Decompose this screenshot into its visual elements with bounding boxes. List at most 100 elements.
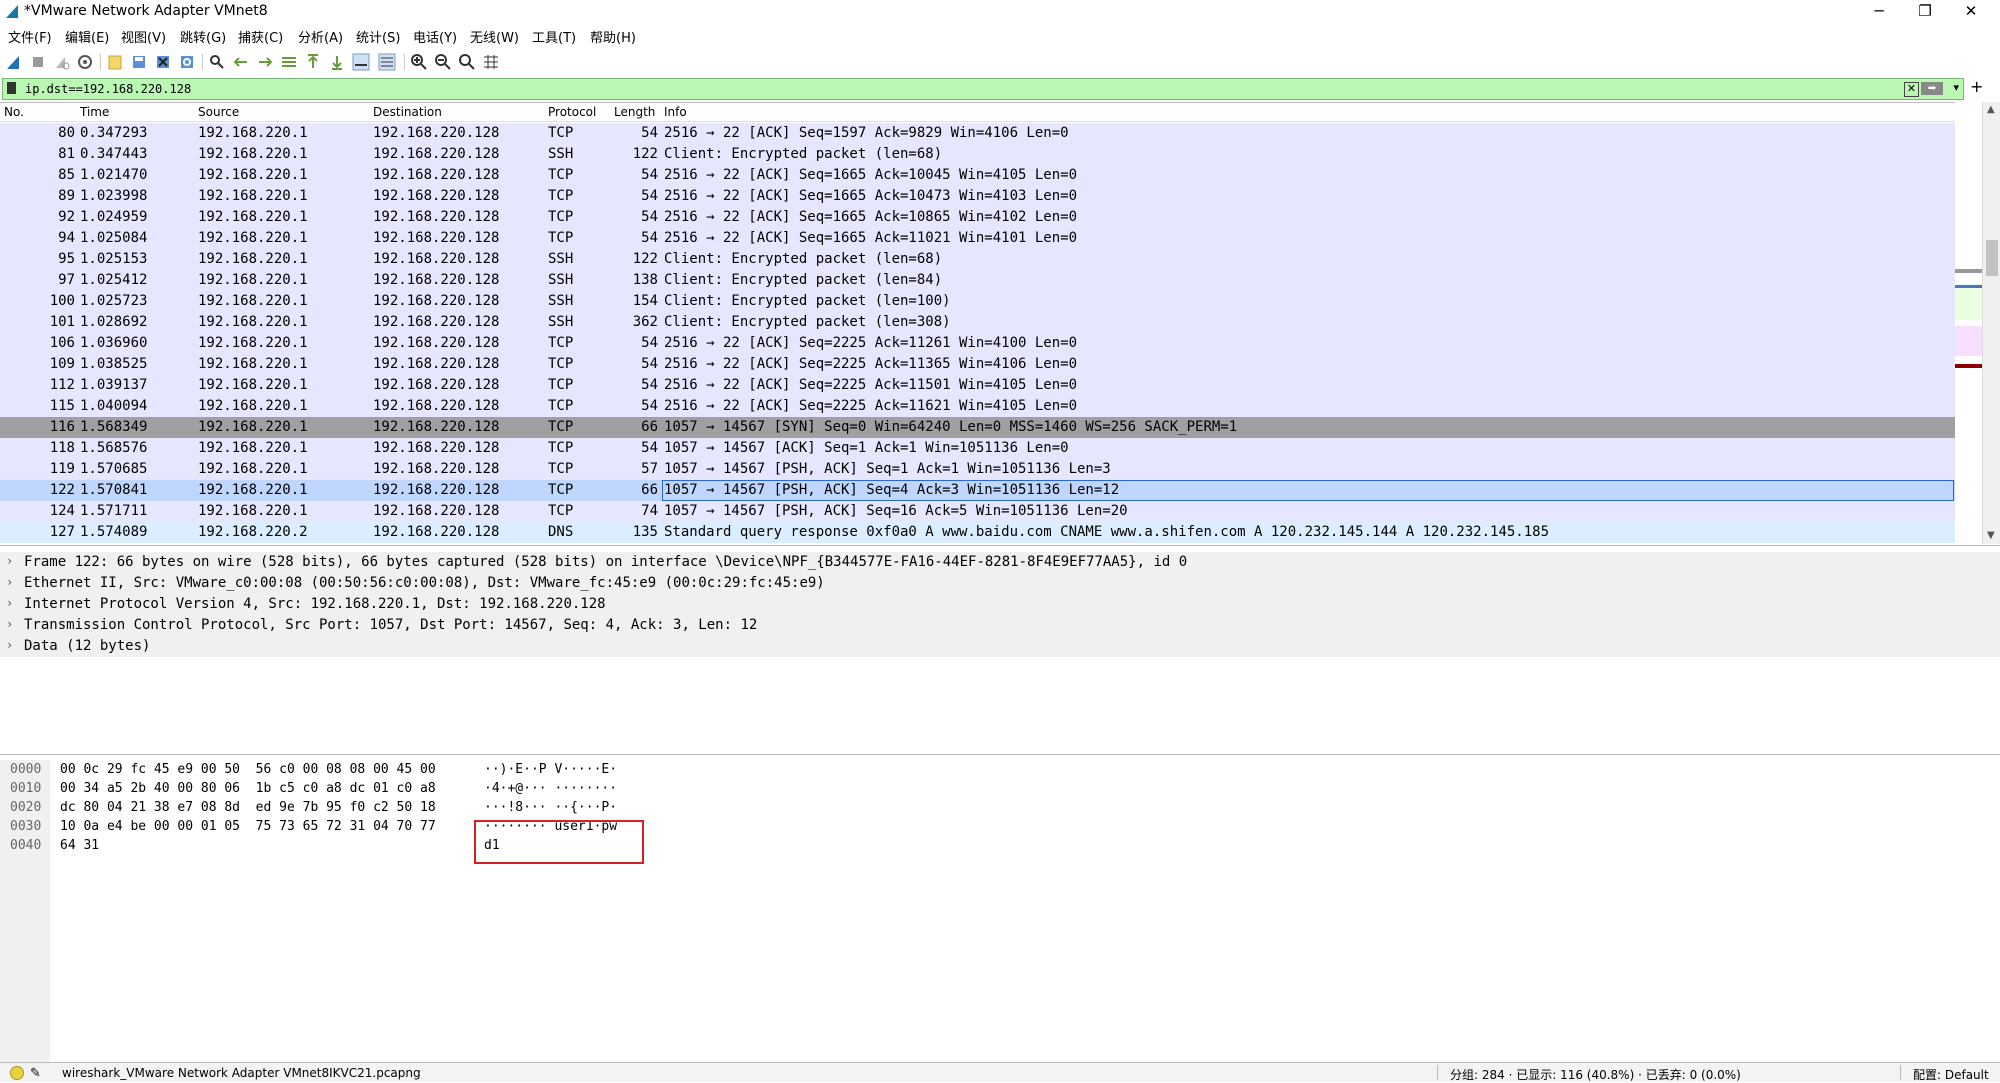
scroll-down-arrow-icon[interactable]: ▼	[1987, 530, 1995, 541]
column-header-time[interactable]: Time	[80, 105, 109, 119]
packet-row-selected[interactable]: 122 1.570841 192.168.220.1 192.168.220.128 T…	[0, 480, 1955, 501]
find-packet-icon[interactable]	[208, 53, 226, 71]
packet-row[interactable]: 127 1.574089 192.168.220.2 192.168.220.128 D…	[0, 522, 1955, 543]
packet-minimap[interactable]	[1955, 102, 1982, 544]
column-header-length[interactable]: Length	[614, 105, 655, 119]
column-header-info[interactable]: Info	[664, 105, 687, 119]
packet-length: 122	[632, 146, 658, 162]
reload-file-icon[interactable]	[178, 53, 196, 71]
column-header-protocol[interactable]: Protocol	[548, 105, 596, 119]
packet-row[interactable]: 119 1.570685 192.168.220.1 192.168.220.128 T…	[0, 459, 1955, 480]
menu-statistics[interactable]: 统计(S)	[356, 27, 400, 46]
restart-icon[interactable]	[53, 53, 71, 71]
bytes-hex[interactable]: 64 31	[60, 838, 99, 857]
capture-options-gear-icon[interactable]	[76, 53, 94, 71]
detail-ipv4[interactable]: › Internet Protocol Version 4, Src: 192.…	[0, 594, 2000, 615]
bytes-ascii[interactable]: ···!8··· ··{···P·	[484, 800, 617, 819]
add-filter-button[interactable]: +	[1970, 77, 1983, 96]
auto-scroll-icon[interactable]	[352, 53, 370, 71]
packet-row[interactable]: 101 1.028692 192.168.220.1 192.168.220.128 S…	[0, 312, 1955, 333]
go-forward-arrow-icon[interactable]	[256, 53, 274, 71]
packet-row[interactable]: 124 1.571711 192.168.220.1 192.168.220.128 T…	[0, 501, 1955, 522]
normal-size-icon[interactable]	[458, 53, 476, 71]
shark-fin-start-icon[interactable]	[5, 53, 23, 71]
expert-info-status-icon[interactable]	[10, 1066, 24, 1080]
menu-telephony[interactable]: 电话(Y)	[413, 27, 457, 46]
packet-info: 2516 → 22 [ACK] Seq=2225 Ack=11501 Win=4…	[664, 377, 1078, 393]
close-file-icon[interactable]	[154, 53, 172, 71]
menu-wireless[interactable]: 无线(W)	[470, 27, 519, 46]
menu-analyze[interactable]: 分析(A)	[298, 27, 343, 46]
close-button[interactable]: ✕	[1948, 0, 1994, 22]
go-back-arrow-icon[interactable]	[232, 53, 250, 71]
expand-arrow-icon[interactable]: ›	[6, 617, 13, 631]
packet-row[interactable]: 92 1.024959 192.168.220.1 192.168.220.128 TC…	[0, 207, 1955, 228]
packet-row[interactable]: 100 1.025723 192.168.220.1 192.168.220.128 S…	[0, 291, 1955, 312]
restore-button[interactable]: ❐	[1902, 0, 1948, 22]
menu-file[interactable]: 文件(F)	[8, 27, 52, 46]
bytes-ascii[interactable]: ·4·+@··· ········	[484, 781, 617, 800]
packet-info: 1057 → 14567 [SYN] Seq=0 Win=64240 Len=0…	[664, 419, 1238, 435]
packet-row[interactable]: 109 1.038525 192.168.220.1 192.168.220.128 T…	[0, 354, 1955, 375]
detail-tcp[interactable]: › Transmission Control Protocol, Src Por…	[0, 615, 2000, 636]
zoom-out-icon[interactable]	[434, 53, 452, 71]
zoom-in-icon[interactable]	[410, 53, 428, 71]
packet-row[interactable]: 94 1.025084 192.168.220.1 192.168.220.128 TC…	[0, 228, 1955, 249]
menu-help[interactable]: 帮助(H)	[590, 27, 636, 46]
bytes-hex[interactable]: dc 80 04 21 38 e7 08 8d ed 9e 7b 95 f0 c…	[60, 800, 436, 819]
packet-row[interactable]: 106 1.036960 192.168.220.1 192.168.220.128 T…	[0, 333, 1955, 354]
packet-list-scrollbar[interactable]: ▲ ▼	[1982, 102, 2000, 544]
resize-columns-icon[interactable]	[482, 53, 500, 71]
scrollbar-thumb[interactable]	[1986, 240, 1998, 276]
packet-protocol: TCP	[548, 125, 574, 141]
packet-row[interactable]: 97 1.025412 192.168.220.1 192.168.220.128 SS…	[0, 270, 1955, 291]
detail-data[interactable]: › Data (12 bytes)	[0, 636, 2000, 657]
column-header-no[interactable]: No.	[4, 105, 24, 119]
bytes-hex[interactable]: 00 0c 29 fc 45 e9 00 50 56 c0 00 08 08 0…	[60, 762, 436, 781]
expand-arrow-icon[interactable]: ›	[6, 554, 13, 568]
packet-row[interactable]: 95 1.025153 192.168.220.1 192.168.220.128 SS…	[0, 249, 1955, 270]
expand-arrow-icon[interactable]: ›	[6, 575, 13, 589]
menu-view[interactable]: 视图(V)	[121, 27, 166, 46]
menu-capture[interactable]: 捕获(C)	[238, 27, 283, 46]
packet-length: 66	[641, 419, 658, 435]
column-header-source[interactable]: Source	[198, 105, 239, 119]
packet-row[interactable]: 115 1.040094 192.168.220.1 192.168.220.128 T…	[0, 396, 1955, 417]
status-profile[interactable]: 配置: Default	[1913, 1066, 1989, 1083]
menu-edit[interactable]: 编辑(E)	[65, 27, 109, 46]
packet-row[interactable]: 116 1.568349 192.168.220.1 192.168.220.128 T…	[0, 417, 1955, 438]
packet-length: 54	[641, 398, 658, 414]
minimize-button[interactable]: ─	[1856, 0, 1902, 22]
bookmark-icon[interactable]	[7, 82, 16, 94]
detail-ethernet[interactable]: › Ethernet II, Src: VMware_c0:00:08 (00:…	[0, 573, 2000, 594]
bytes-hex[interactable]: 00 34 a5 2b 40 00 80 06 1b c5 c0 a8 dc 0…	[60, 781, 436, 800]
go-last-packet-icon[interactable]	[328, 53, 346, 71]
bytes-hex[interactable]: 10 0a e4 be 00 00 01 05 75 73 65 72 31 0…	[60, 819, 436, 838]
scroll-up-arrow-icon[interactable]: ▲	[1987, 104, 1995, 115]
open-folder-icon[interactable]	[106, 53, 124, 71]
packet-row[interactable]: 80 0.347293 192.168.220.1 192.168.220.128 TC…	[0, 123, 1955, 144]
filter-history-dropdown[interactable]: ▾	[1953, 81, 1959, 94]
packet-row[interactable]: 85 1.021470 192.168.220.1 192.168.220.128 TC…	[0, 165, 1955, 186]
display-filter-input[interactable]: ip.dst==192.168.220.128	[25, 82, 191, 96]
menu-go[interactable]: 跳转(G)	[180, 27, 226, 46]
colorize-icon[interactable]	[378, 53, 396, 71]
column-header-destination[interactable]: Destination	[373, 105, 442, 119]
expand-arrow-icon[interactable]: ›	[6, 596, 13, 610]
stop-square-icon[interactable]	[29, 53, 47, 71]
go-to-packet-icon[interactable]	[280, 53, 298, 71]
packet-row[interactable]: 112 1.039137 192.168.220.1 192.168.220.128 T…	[0, 375, 1955, 396]
save-file-icon[interactable]	[130, 53, 148, 71]
packet-row[interactable]: 89 1.023998 192.168.220.1 192.168.220.128 TC…	[0, 186, 1955, 207]
menu-tools[interactable]: 工具(T)	[532, 27, 576, 46]
capture-comment-icon[interactable]: ✎	[30, 1066, 41, 1081]
go-first-packet-icon[interactable]	[304, 53, 322, 71]
apply-filter-button[interactable]: ➡	[1921, 82, 1943, 95]
packet-source: 192.168.220.1	[198, 377, 308, 393]
expand-arrow-icon[interactable]: ›	[6, 638, 13, 652]
packet-row[interactable]: 81 0.347443 192.168.220.1 192.168.220.128 SS…	[0, 144, 1955, 165]
detail-frame[interactable]: › Frame 122: 66 bytes on wire (528 bits)…	[0, 552, 2000, 573]
clear-filter-button[interactable]: ✕	[1904, 82, 1919, 97]
bytes-ascii[interactable]: ··)·E··P V·····E·	[484, 762, 617, 781]
packet-row[interactable]: 118 1.568576 192.168.220.1 192.168.220.128 T…	[0, 438, 1955, 459]
